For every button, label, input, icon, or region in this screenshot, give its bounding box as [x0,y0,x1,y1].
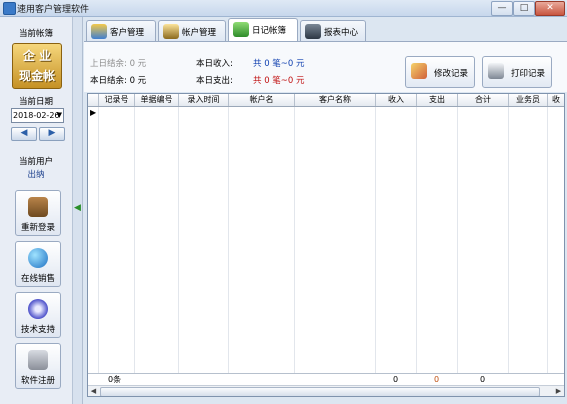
software-register-button[interactable]: 软件注册 [15,343,61,389]
grid-line [375,107,376,385]
current-account-label: 当前帐簿 [18,29,53,39]
row-header-cell [88,94,99,106]
grand-total: 0 [480,375,486,384]
today-expense-label: 本日支出: [196,76,233,86]
online-sales-label: 在线销售 [20,274,55,284]
title-bar: 速用客户管理软件 — □ ✕ [0,0,567,17]
left-panel: 当前帐簿 企 业 现金帐 当前日期 2018-02-26 ▼ ◀ ▶ 当前用户 … [0,17,73,404]
tab-label: 帐户管理 [182,28,217,38]
scroll-right-icon[interactable]: ▶ [554,387,563,396]
daily-summary: 上日结余: 0 元 本日结余: 0 元 本日收入: 共 0 笔~0 元 本日支出… [84,42,567,92]
table-footer: 0条 0 0 0 [88,373,564,385]
grid-line [134,107,135,385]
tab-account-management[interactable]: 帐户管理 [158,20,226,42]
scroll-thumb[interactable] [100,387,540,396]
grid-line [228,107,229,385]
minimize-button[interactable]: — [491,1,513,16]
journal-table[interactable]: 记录号 单据编号 录入时间 帐户名 客户名称 收入 支出 合计 业务员 收 ▶ … [87,93,565,397]
current-row-marker: ▶ [90,108,97,117]
horizontal-scrollbar[interactable]: ◀ ▶ [88,385,564,396]
tab-report-center[interactable]: 报表中心 [300,20,366,42]
tab-customer-management[interactable]: 客户管理 [86,20,156,42]
tab-journal[interactable]: 日记帐簿 [228,18,298,43]
print-record-button[interactable]: 打印记录 [482,56,552,88]
grid-line [547,107,548,385]
table-header: 记录号 单据编号 录入时间 帐户名 客户名称 收入 支出 合计 业务员 收 [88,94,564,107]
column-header[interactable]: 记录号 [99,94,135,106]
record-count: 0条 [108,375,122,384]
grid-line [457,107,458,385]
column-header[interactable]: 收入 [376,94,417,106]
current-user-label: 当前用户 [18,157,53,167]
printer-icon [488,63,504,79]
previous-day-balance: 上日结余: 0 元 [90,59,147,69]
support-icon [28,299,48,319]
tech-support-label: 技术支持 [20,325,55,335]
logo-line-1: 企 业 [22,49,52,63]
date-value: 2018-02-26 [13,111,60,120]
relogin-icon [28,197,48,217]
date-picker[interactable]: 2018-02-26 ▼ [11,108,64,123]
grid-line [416,107,417,385]
software-register-label: 软件注册 [20,376,55,386]
next-day-button[interactable]: ▶ [39,127,65,141]
logo-line-2: 现金帐 [18,69,55,83]
today-income-value: 共 0 笔~0 元 [253,59,305,69]
edit-record-button[interactable]: 修改记录 [405,56,475,88]
expense-total: 0 [434,375,440,384]
column-header[interactable]: 录入时间 [179,94,229,106]
scroll-left-icon[interactable]: ◀ [89,387,98,396]
grid-line [294,107,295,385]
tab-label: 日记帐簿 [252,26,287,36]
grid-line [178,107,179,385]
column-header[interactable]: 支出 [417,94,458,106]
today-expense-value: 共 0 笔~0 元 [253,76,305,86]
company-logo: 企 业 现金帐 [12,43,62,89]
column-header[interactable]: 合计 [458,94,509,106]
key-icon [28,350,48,370]
previous-day-button[interactable]: ◀ [11,127,37,141]
column-header[interactable]: 帐户名 [229,94,295,106]
column-header[interactable]: 业务员 [509,94,548,106]
window-title: 速用客户管理软件 [17,5,90,15]
print-record-label: 打印记录 [511,69,546,79]
edit-icon [411,63,427,79]
tab-bar: 客户管理 帐户管理 日记帐簿 报表中心 [84,17,567,43]
column-header[interactable]: 客户名称 [295,94,376,106]
relogin-label: 重新登录 [20,223,55,233]
maximize-button[interactable]: □ [513,1,535,16]
grid-line [98,107,99,385]
collapse-arrow-icon[interactable]: ◀ [73,203,82,213]
online-sales-button[interactable]: 在线销售 [15,241,61,287]
current-user-name: 出纳 [27,170,45,180]
edit-record-label: 修改记录 [434,69,469,79]
globe-icon [28,248,48,268]
column-header[interactable]: 收 [548,94,564,106]
today-balance: 本日结余: 0 元 [90,76,147,86]
column-header[interactable]: 单据编号 [135,94,179,106]
app-icon [3,2,16,15]
tab-label: 客户管理 [110,28,145,38]
tech-support-button[interactable]: 技术支持 [15,292,61,338]
current-date-label: 当前日期 [18,97,53,107]
today-income-label: 本日收入: [196,59,233,69]
income-total: 0 [393,375,399,384]
tab-label: 报表中心 [324,28,359,38]
close-button[interactable]: ✕ [535,1,565,16]
customers-icon [91,24,107,39]
account-icon [163,24,179,39]
reports-icon [305,24,321,39]
grid-line [508,107,509,385]
journal-icon [233,22,249,37]
chevron-down-icon[interactable]: ▼ [57,109,62,122]
relogin-button[interactable]: 重新登录 [15,190,61,236]
panel-splitter[interactable]: ◀ [73,17,83,404]
